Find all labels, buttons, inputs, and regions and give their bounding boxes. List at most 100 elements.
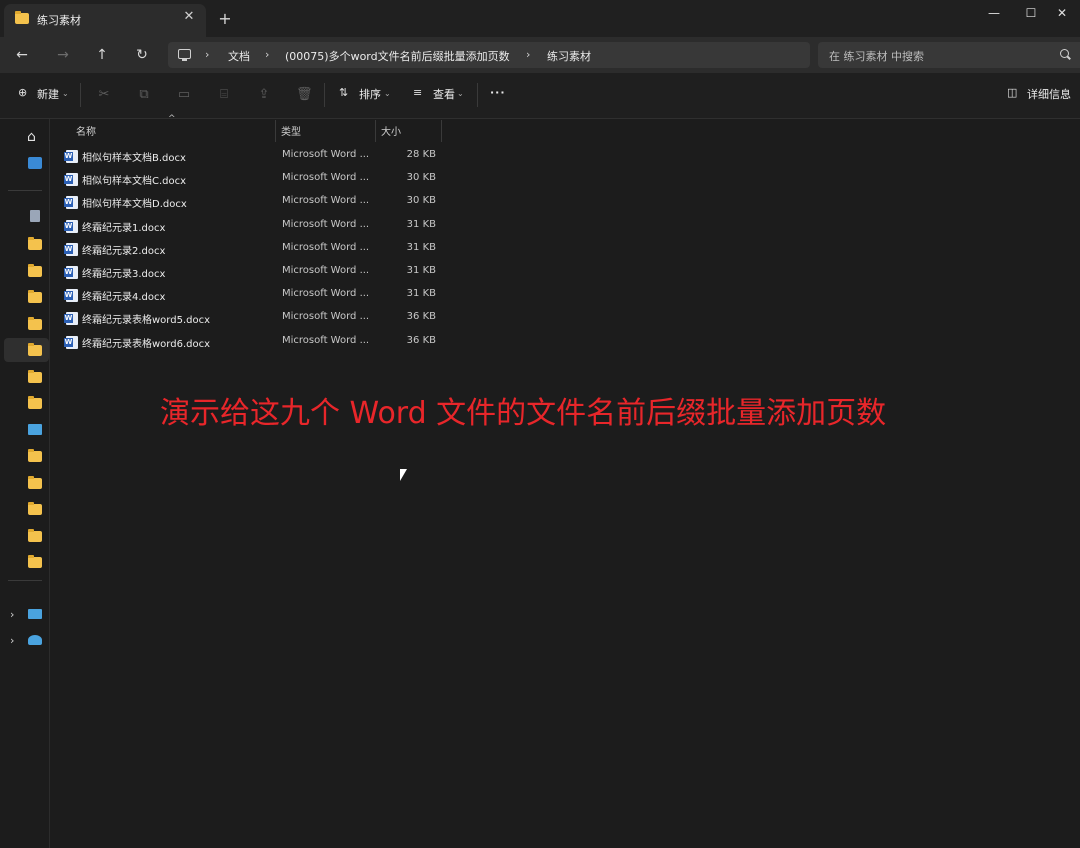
forward-button[interactable]: →: [51, 44, 75, 66]
file-name: 终霜纪元录1.docx: [82, 222, 166, 234]
column-header-name[interactable]: 名称: [76, 123, 96, 141]
file-row[interactable]: 终霜纪元录1.docx Microsoft Word ... 31 KB: [56, 215, 446, 238]
folder-icon[interactable]: [28, 237, 42, 250]
tab-active[interactable]: 练习素材 ✕: [4, 4, 206, 37]
file-name: 终霜纪元录3.docx: [82, 269, 166, 280]
close-tab-button[interactable]: ✕: [182, 10, 196, 24]
up-button[interactable]: ↑: [90, 44, 114, 66]
file-name: 终霜纪元录表格word6.docx: [82, 338, 211, 350]
address-row: ← → ↑ ↻ › 文档 › (00075)多个word文件名前后缀批量添加页数…: [0, 37, 1080, 73]
file-type: Microsoft Word ...: [282, 149, 370, 160]
folder-icon[interactable]: [28, 317, 42, 330]
breadcrumb-separator: ›: [265, 48, 270, 61]
file-type: Microsoft Word ...: [282, 334, 370, 346]
folder-icon[interactable]: [28, 476, 42, 489]
search-box[interactable]: 在 练习素材 中搜索: [818, 42, 1080, 68]
folder-icon[interactable]: [28, 449, 42, 462]
file-row[interactable]: 相似句样本文档B.docx Microsoft Word ... 28 KB: [56, 145, 446, 168]
file-name: 相似句样本文档D.docx: [82, 199, 187, 211]
word-document-icon: [64, 266, 78, 279]
breadcrumb-current[interactable]: 练习素材: [547, 48, 591, 64]
word-document-icon: [64, 289, 78, 303]
folder-icon[interactable]: [28, 502, 42, 515]
column-divider[interactable]: [441, 120, 442, 142]
chevron-down-icon: ⌄: [62, 89, 69, 98]
breadcrumb-separator: ›: [526, 48, 531, 61]
chevron-down-icon: ⌄: [384, 89, 391, 98]
column-header-size[interactable]: 大小: [381, 123, 401, 141]
chevron-down-icon: ⌄: [457, 89, 464, 98]
divider: [8, 190, 42, 191]
folder-icon[interactable]: [28, 529, 42, 542]
share-icon[interactable]: ⇪: [256, 87, 272, 103]
divider: [8, 580, 42, 581]
title-bar: 练习素材 ✕ + — ☐ ✕: [0, 0, 1080, 37]
new-tab-button[interactable]: +: [216, 10, 234, 28]
gallery-icon[interactable]: [28, 157, 42, 169]
file-row[interactable]: 相似句样本文档C.docx Microsoft Word ... 30 KB: [56, 168, 446, 191]
folder-icon[interactable]: [28, 290, 42, 303]
details-button[interactable]: 详细信息: [1027, 86, 1071, 106]
new-button[interactable]: 新建: [37, 86, 59, 106]
search-placeholder: 在 练习素材 中搜索: [829, 50, 924, 63]
cut-icon[interactable]: ✂: [96, 87, 112, 103]
word-document-icon: [64, 312, 78, 326]
breadcrumb-project-folder[interactable]: (00075)多个word文件名前后缀批量添加页数: [285, 48, 510, 64]
file-row[interactable]: 终霜纪元录3.docx Microsoft Word ... 31 KB: [56, 261, 446, 284]
folder-icon[interactable]: [28, 396, 42, 409]
file-name: 终霜纪元录2.docx: [82, 245, 166, 257]
file-row[interactable]: 终霜纪元录4.docx Microsoft Word ... 31 KB: [56, 284, 446, 307]
word-document-icon: [64, 219, 78, 233]
file-row[interactable]: 相似句样本文档D.docx Microsoft Word ... 30 KB: [56, 191, 446, 214]
file-row[interactable]: 终霜纪元录表格word6.docx Microsoft Word ... 36 KB: [56, 331, 446, 354]
tab-title: 练习素材: [37, 14, 81, 27]
refresh-button[interactable]: ↻: [130, 44, 154, 66]
column-header-type[interactable]: 类型: [281, 123, 301, 141]
address-bar[interactable]: › 文档 › (00075)多个word文件名前后缀批量添加页数 › 练习素材: [168, 42, 810, 68]
folder-icon[interactable]: [28, 264, 42, 277]
file-type: Microsoft Word ...: [282, 218, 370, 230]
view-icon: ≡: [413, 86, 423, 99]
file-size: 30 KB: [406, 172, 436, 184]
sort-button[interactable]: 排序: [359, 86, 381, 106]
rename-icon[interactable]: ⌸: [216, 87, 232, 103]
column-divider[interactable]: [275, 120, 276, 142]
divider: [324, 83, 325, 107]
file-type: Microsoft Word ...: [282, 265, 370, 276]
file-type: Microsoft Word ...: [282, 311, 370, 323]
folder-icon[interactable]: [28, 343, 42, 356]
view-button[interactable]: 查看: [433, 86, 455, 106]
chevron-right-icon[interactable]: ›: [10, 634, 14, 647]
file-name: 终霜纪元录4.docx: [82, 292, 166, 304]
pictures-icon[interactable]: [28, 424, 42, 435]
folder-icon: [15, 11, 29, 24]
back-button[interactable]: ←: [10, 44, 34, 66]
network-icon[interactable]: [28, 635, 42, 645]
delete-icon[interactable]: 🗑: [296, 87, 313, 103]
folder-icon[interactable]: [28, 370, 42, 383]
divider: [80, 83, 81, 107]
home-icon[interactable]: ⌂: [27, 129, 36, 145]
breadcrumb-documents[interactable]: 文档: [228, 48, 250, 64]
word-document-icon: [64, 196, 78, 210]
file-size: 30 KB: [406, 195, 436, 207]
nav-selection-highlight: [4, 338, 49, 362]
documents-icon[interactable]: [30, 210, 40, 222]
close-window-button[interactable]: ✕: [1044, 3, 1080, 25]
this-pc-icon[interactable]: [28, 609, 42, 619]
file-row[interactable]: 终霜纪元录2.docx Microsoft Word ... 31 KB: [56, 238, 446, 261]
copy-icon[interactable]: ⧉: [136, 87, 152, 103]
file-name: 相似句样本文档B.docx: [82, 153, 186, 164]
file-size: 36 KB: [406, 334, 436, 346]
column-divider[interactable]: [375, 120, 376, 142]
file-type: Microsoft Word ...: [282, 288, 370, 300]
folder-icon[interactable]: [28, 555, 42, 568]
file-row[interactable]: 终霜纪元录表格word5.docx Microsoft Word ... 36 KB: [56, 307, 446, 330]
word-document-icon: [64, 335, 78, 349]
word-document-icon: [64, 173, 78, 187]
chevron-right-icon[interactable]: ›: [10, 608, 14, 621]
paste-icon[interactable]: ▭: [176, 87, 192, 103]
file-size: 31 KB: [406, 241, 436, 253]
sort-icon: ⇅: [339, 86, 349, 99]
more-options-button[interactable]: ···: [490, 86, 506, 106]
